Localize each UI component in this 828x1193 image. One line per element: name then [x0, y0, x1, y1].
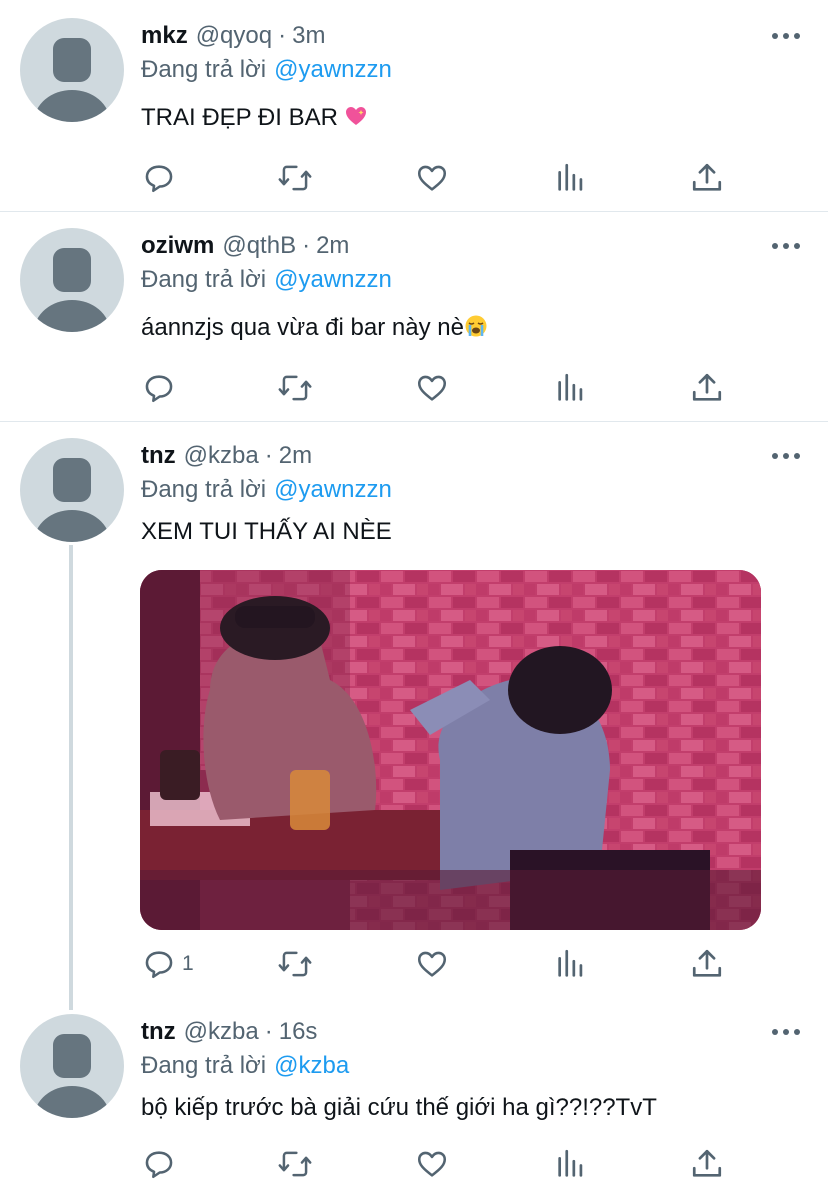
loudly-crying-face-emoji — [464, 314, 488, 345]
reply-icon — [145, 951, 173, 979]
tweet-text: áannzjs qua vừa đi bar này nè — [141, 314, 488, 345]
tweet-header: tnz @kzba · 2m — [141, 442, 312, 472]
user-handle[interactable]: @qyoq — [196, 22, 272, 50]
like-button[interactable] — [415, 370, 449, 406]
reply-button[interactable] — [142, 370, 182, 406]
share-button[interactable] — [690, 160, 724, 196]
share-icon — [692, 163, 722, 191]
views-button[interactable] — [554, 1146, 588, 1182]
tweet-photo[interactable] — [140, 570, 761, 930]
analytics-icon — [558, 949, 583, 977]
mention-link[interactable]: @yawnzzn — [274, 266, 392, 293]
tweet-actions — [140, 1146, 730, 1182]
divider — [0, 421, 828, 422]
replying-prefix: Đang trả lời — [141, 1052, 267, 1079]
avatar[interactable] — [20, 228, 124, 332]
separator-dot: · — [264, 1018, 273, 1045]
display-name[interactable]: oziwm — [141, 232, 214, 260]
tweet-header: mkz @qyoq · 3m — [141, 22, 325, 52]
reply-button[interactable]: 1 — [142, 946, 194, 982]
tweet-text: XEM TUI THẤY AI NÈE — [141, 518, 392, 545]
like-button[interactable] — [415, 160, 449, 196]
mention-link[interactable]: @yawnzzn — [274, 56, 392, 83]
display-name[interactable]: mkz — [141, 22, 188, 50]
analytics-icon — [558, 1149, 583, 1177]
share-button[interactable] — [690, 1146, 724, 1182]
replying-to: Đang trả lời @yawnzzn — [141, 56, 392, 84]
reply-button[interactable] — [142, 160, 182, 196]
separator-dot: · — [302, 232, 311, 259]
reply-count: 1 — [182, 952, 194, 975]
reply-icon — [145, 1151, 173, 1179]
timestamp[interactable]: 2m — [279, 442, 312, 470]
share-icon — [692, 949, 722, 977]
replying-prefix: Đang trả lời — [141, 266, 267, 293]
retweet-icon — [278, 951, 312, 977]
retweet-button[interactable] — [277, 370, 313, 406]
analytics-icon — [558, 163, 583, 191]
tweet-text-content: TRAI ĐẸP ĐI BAR — [141, 104, 338, 131]
retweet-button[interactable] — [277, 160, 313, 196]
share-button[interactable] — [690, 946, 724, 982]
like-icon — [417, 951, 447, 977]
tweet-text-content: áannzjs qua vừa đi bar này nè — [141, 314, 464, 341]
photo-illustration — [140, 570, 761, 930]
replying-to: Đang trả lời @yawnzzn — [141, 476, 392, 504]
views-button[interactable] — [554, 160, 588, 196]
display-name[interactable]: tnz — [141, 1018, 176, 1046]
retweet-icon — [278, 1151, 312, 1177]
timestamp[interactable]: 3m — [292, 22, 325, 50]
replying-to: Đang trả lời @kzba — [141, 1052, 349, 1080]
retweet-button[interactable] — [277, 946, 313, 982]
analytics-icon — [558, 373, 583, 401]
retweet-button[interactable] — [277, 1146, 313, 1182]
avatar[interactable] — [20, 438, 124, 542]
timestamp[interactable]: 2m — [316, 232, 349, 260]
user-handle[interactable]: @kzba — [184, 442, 259, 470]
thread-connector-line — [69, 545, 73, 1010]
share-icon — [692, 373, 722, 401]
tweet-actions — [140, 160, 730, 196]
views-button[interactable] — [554, 946, 588, 982]
like-icon — [417, 165, 447, 191]
more-icon[interactable] — [772, 243, 800, 251]
like-button[interactable] — [415, 1146, 449, 1182]
like-icon — [417, 375, 447, 401]
share-button[interactable] — [690, 370, 724, 406]
retweet-icon — [278, 165, 312, 191]
separator-dot: · — [264, 442, 273, 469]
replying-prefix: Đang trả lời — [141, 56, 267, 83]
mention-link[interactable]: @kzba — [274, 1052, 349, 1079]
tweet-text: TRAI ĐẸP ĐI BAR — [141, 104, 368, 135]
divider — [0, 211, 828, 212]
reply-icon — [145, 375, 173, 403]
more-icon[interactable] — [772, 453, 800, 461]
separator-dot: · — [278, 22, 287, 49]
timestamp[interactable]: 16s — [279, 1018, 318, 1046]
tweet-text: bộ kiếp trước bà giải cứu thế giới ha gì… — [141, 1094, 657, 1121]
more-icon[interactable] — [772, 1029, 800, 1037]
user-handle[interactable]: @kzba — [184, 1018, 259, 1046]
reply-icon — [145, 165, 173, 193]
views-button[interactable] — [554, 370, 588, 406]
display-name[interactable]: tnz — [141, 442, 176, 470]
like-button[interactable] — [415, 946, 449, 982]
tweet-actions: 1 — [140, 946, 730, 982]
user-handle[interactable]: @qthB — [222, 232, 296, 260]
retweet-icon — [278, 375, 312, 401]
avatar[interactable] — [20, 1014, 124, 1118]
mention-link[interactable]: @yawnzzn — [274, 476, 392, 503]
like-icon — [417, 1151, 447, 1177]
tweet-header: oziwm @qthB · 2m — [141, 232, 349, 262]
tweet-actions — [140, 370, 730, 406]
sparkling-heart-emoji — [344, 104, 368, 135]
replying-prefix: Đang trả lời — [141, 476, 267, 503]
avatar[interactable] — [20, 18, 124, 122]
more-icon[interactable] — [772, 33, 800, 41]
reply-button[interactable] — [142, 1146, 182, 1182]
replying-to: Đang trả lời @yawnzzn — [141, 266, 392, 294]
share-icon — [692, 1149, 722, 1177]
tweet-header: tnz @kzba · 16s — [141, 1018, 317, 1048]
